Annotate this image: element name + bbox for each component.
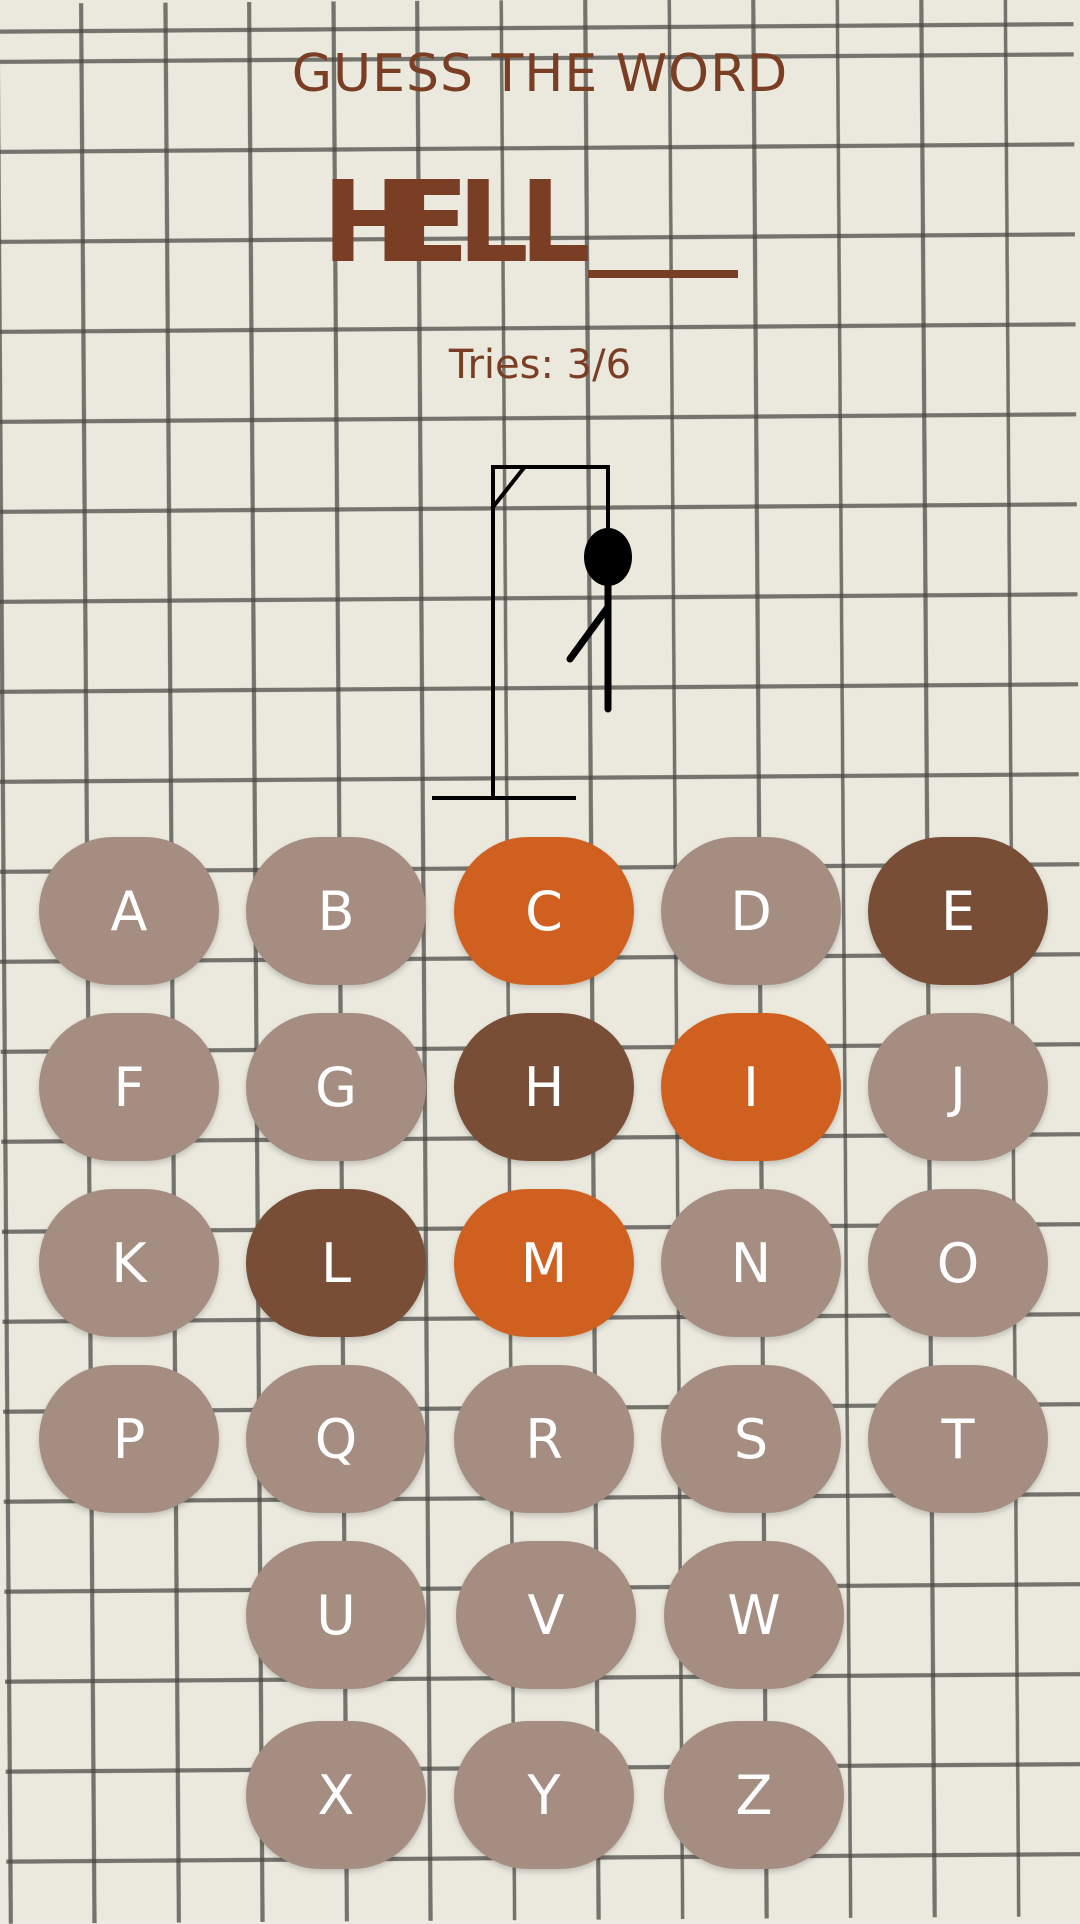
letter-key-e[interactable]: E — [868, 837, 1048, 985]
word-letter: E — [392, 158, 470, 288]
letter-key-n[interactable]: N — [661, 1189, 841, 1337]
letter-key-q[interactable]: Q — [246, 1365, 426, 1513]
letter-key-o[interactable]: O — [868, 1189, 1048, 1337]
letter-key-i[interactable]: I — [661, 1013, 841, 1161]
letter-key-m[interactable]: M — [454, 1189, 634, 1337]
letter-key-h[interactable]: H — [454, 1013, 634, 1161]
letter-key-a[interactable]: A — [39, 837, 219, 985]
word-blank — [588, 158, 738, 278]
game-title: GUESS THE WORD — [291, 44, 789, 104]
letter-key-g[interactable]: G — [246, 1013, 426, 1161]
hangman-drawing — [432, 465, 632, 800]
letter-key-p[interactable]: P — [39, 1365, 219, 1513]
letter-key-d[interactable]: D — [661, 837, 841, 985]
letter-key-w[interactable]: W — [664, 1541, 844, 1689]
hangman-left-arm — [566, 603, 612, 663]
letter-key-b[interactable]: B — [246, 837, 426, 985]
gallows-brace — [490, 466, 526, 510]
letter-key-z[interactable]: Z — [664, 1721, 844, 1869]
letter-key-l[interactable]: L — [246, 1189, 426, 1337]
letter-key-v[interactable]: V — [456, 1541, 636, 1689]
letter-key-j[interactable]: J — [868, 1013, 1048, 1161]
letter-key-f[interactable]: F — [39, 1013, 219, 1161]
word-letter: L — [519, 158, 591, 288]
letter-key-y[interactable]: Y — [454, 1721, 634, 1869]
word-letter: H — [322, 158, 416, 288]
letter-key-r[interactable]: R — [454, 1365, 634, 1513]
letter-key-x[interactable]: X — [246, 1721, 426, 1869]
word-letter: L — [457, 158, 529, 288]
letter-key-k[interactable]: K — [39, 1189, 219, 1337]
hangman-figure — [566, 528, 632, 713]
letter-key-t[interactable]: T — [868, 1365, 1048, 1513]
gallows — [432, 465, 610, 800]
letter-key-s[interactable]: S — [661, 1365, 841, 1513]
letter-key-u[interactable]: U — [246, 1541, 426, 1689]
tries-counter: Tries: 3/6 — [448, 342, 632, 388]
word-display: H E L L — [322, 148, 760, 288]
letter-key-c[interactable]: C — [454, 837, 634, 985]
